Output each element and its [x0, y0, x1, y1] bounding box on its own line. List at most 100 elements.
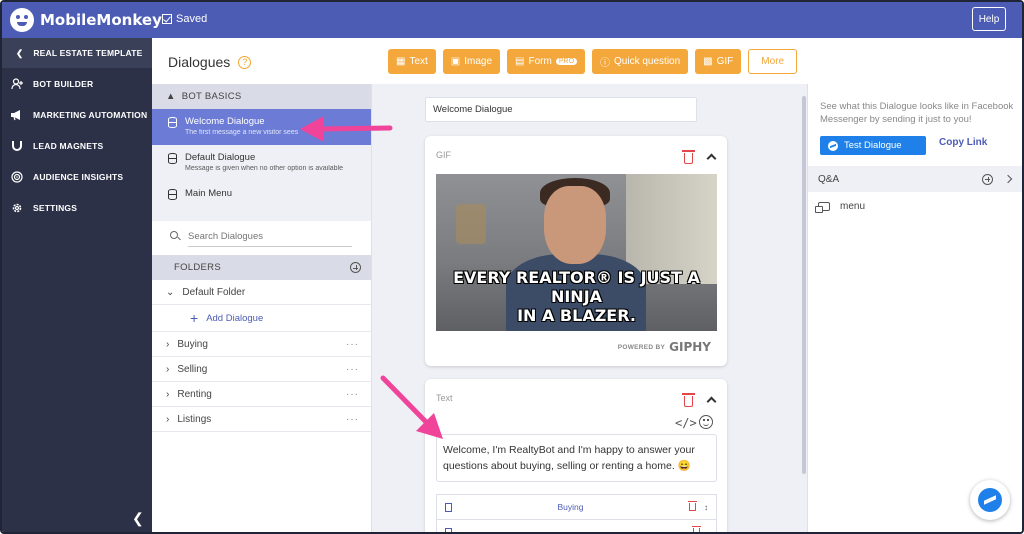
folder-label: Buying — [177, 338, 208, 350]
more-button[interactable]: More — [748, 49, 798, 74]
folder-listings[interactable]: › Listings ··· — [152, 407, 371, 432]
sidebar-item-lead-magnets[interactable]: LEAD MAGNETS — [2, 130, 152, 161]
add-dialogue-label: Add Dialogue — [206, 312, 264, 324]
messenger-icon — [978, 488, 1002, 512]
add-image-button[interactable]: ▣ Image — [442, 49, 501, 74]
chevron-right-icon: › — [166, 363, 170, 375]
folders-label: FOLDERS — [174, 262, 221, 273]
bot-basics-header[interactable]: ▲ BOT BASICS — [152, 84, 371, 109]
save-status: Saved — [162, 13, 207, 25]
dialogue-title: Default Dialogue — [185, 152, 256, 163]
add-qa-icon[interactable] — [982, 173, 993, 185]
emoji-picker-icon[interactable] — [699, 415, 713, 429]
sidebar-item-label: MARKETING AUTOMATION — [33, 109, 148, 120]
document-icon: ▦ — [396, 56, 406, 67]
database-icon — [168, 153, 177, 164]
database-icon — [168, 189, 177, 200]
gif-block-card: GIF EVERY REALTOR® IS JUST A NINJA IN A … — [425, 136, 727, 366]
add-folder-icon[interactable] — [350, 262, 361, 273]
chevron-right-icon[interactable] — [1003, 174, 1013, 184]
sidebar-item-label: BOT BUILDER — [33, 78, 94, 89]
dialogue-subtitle: The first message a new visitor sees — [185, 129, 299, 136]
sidebar-item-marketing-automation[interactable]: MARKETING AUTOMATION — [2, 99, 152, 130]
add-gif-button[interactable]: ▩ GIF — [695, 49, 742, 74]
collapse-sidebar-icon[interactable]: ❮ — [132, 510, 144, 527]
add-quick-question-label: Quick question — [614, 56, 681, 67]
chevron-up-icon[interactable] — [706, 396, 717, 407]
brand-name: MobileMonkey — [40, 11, 162, 29]
folders-header: FOLDERS — [152, 255, 371, 280]
add-form-button[interactable]: ▤ Form PRO — [507, 49, 586, 74]
target-icon — [10, 170, 24, 184]
quick-reply-button[interactable] — [436, 519, 717, 532]
help-button[interactable]: Help — [972, 7, 1006, 31]
monkey-logo-icon — [10, 8, 34, 32]
folder-label: Default Folder — [182, 286, 246, 298]
block-type-label: Text — [436, 393, 453, 403]
test-dialogue-button[interactable]: Test Dialogue — [820, 136, 926, 155]
bot-basics-list: Welcome Dialogue The first message a new… — [152, 109, 371, 221]
quick-reply-button[interactable]: Buying ↕ — [436, 494, 717, 520]
messenger-chat-button[interactable] — [970, 480, 1010, 520]
more-options-icon[interactable]: ··· — [346, 414, 359, 425]
canvas-scrollbar[interactable] — [802, 96, 806, 474]
image-icon: ▣ — [450, 56, 461, 67]
trash-icon[interactable] — [682, 393, 695, 407]
app-window: MobileMonkey Saved Help ❮ REAL ESTATE TE… — [0, 0, 1024, 534]
folder-default[interactable]: ⌄ Default Folder — [152, 280, 371, 305]
form-icon: ▤ — [515, 56, 525, 67]
trash-icon[interactable] — [692, 526, 701, 532]
chevron-down-icon: ⌄ — [166, 286, 175, 298]
template-label: REAL ESTATE TEMPLATE — [33, 48, 143, 58]
preview-panel: See what this Dialogue looks like in Fac… — [807, 84, 1022, 532]
add-text-button[interactable]: ▦ Text — [388, 49, 436, 74]
search-dialogues-input[interactable] — [188, 227, 352, 247]
top-bar: MobileMonkey Saved Help — [2, 2, 1022, 38]
dialogue-item-main-menu[interactable]: Main Menu — [152, 181, 371, 217]
brand-logo[interactable]: MobileMonkey — [10, 8, 162, 32]
code-icon[interactable]: </> — [675, 416, 697, 430]
folder-label: Listings — [177, 413, 212, 425]
add-block-toolbar: ▦ Text ▣ Image ▤ Form PRO ⓘ Quick questi… — [388, 49, 798, 74]
folder-renting[interactable]: › Renting ··· — [152, 382, 371, 407]
sort-icon[interactable]: ↕ — [704, 503, 708, 512]
gif-lamp — [456, 204, 486, 244]
chevron-right-icon: › — [166, 413, 170, 425]
template-back-link[interactable]: ❮ REAL ESTATE TEMPLATE — [2, 38, 152, 68]
magnet-icon — [10, 139, 24, 153]
add-quick-question-button[interactable]: ⓘ Quick question — [592, 49, 689, 74]
add-dialogue-button[interactable]: + Add Dialogue — [152, 305, 371, 332]
message-text-editor[interactable]: Welcome, I'm RealtyBot and I'm happy to … — [436, 434, 717, 482]
copy-link-button[interactable]: Copy Link — [939, 137, 987, 148]
folder-buying[interactable]: › Buying ··· — [152, 332, 371, 357]
bot-basics-label: BOT BASICS — [181, 91, 242, 102]
sidebar-item-label: LEAD MAGNETS — [33, 140, 104, 151]
gear-icon — [10, 201, 24, 215]
dialogue-name-input[interactable]: Welcome Dialogue — [425, 97, 697, 122]
trash-icon[interactable] — [682, 150, 695, 164]
main-sidebar: ❮ REAL ESTATE TEMPLATE BOT BUILDER MARKE… — [2, 38, 152, 532]
text-block-card: Text </> Welcome, I'm RealtyBot and I'm … — [425, 379, 727, 532]
dialogue-list-panel: ▲ BOT BASICS Welcome Dialogue The first … — [152, 84, 372, 532]
preview-description: See what this Dialogue looks like in Fac… — [820, 101, 1014, 125]
folder-selling[interactable]: › Selling ··· — [152, 357, 371, 382]
trash-icon[interactable] — [688, 501, 697, 511]
chevron-up-icon[interactable] — [706, 153, 717, 164]
chevron-up-icon: ▲ — [166, 91, 176, 102]
sidebar-item-settings[interactable]: SETTINGS — [2, 192, 152, 223]
more-options-icon[interactable]: ··· — [346, 339, 359, 350]
gif-caption-line: IN A BLAZER. — [517, 306, 636, 325]
sidebar-item-audience-insights[interactable]: AUDIENCE INSIGHTS — [2, 161, 152, 192]
dialogue-item-default[interactable]: Default Dialogue Message is given when n… — [152, 145, 371, 181]
dialogue-item-welcome[interactable]: Welcome Dialogue The first message a new… — [152, 109, 371, 145]
qa-item[interactable]: menu — [815, 201, 865, 213]
more-options-icon[interactable]: ··· — [346, 389, 359, 400]
document-icon — [445, 502, 452, 512]
more-options-icon[interactable]: ··· — [346, 364, 359, 375]
sidebar-item-bot-builder[interactable]: BOT BUILDER — [2, 68, 152, 99]
checkbox-icon — [162, 14, 172, 24]
test-dialogue-label: Test Dialogue — [844, 140, 902, 151]
help-circle-icon[interactable]: ? — [238, 55, 252, 69]
save-status-label: Saved — [176, 13, 208, 25]
gif-person-head — [544, 186, 606, 264]
